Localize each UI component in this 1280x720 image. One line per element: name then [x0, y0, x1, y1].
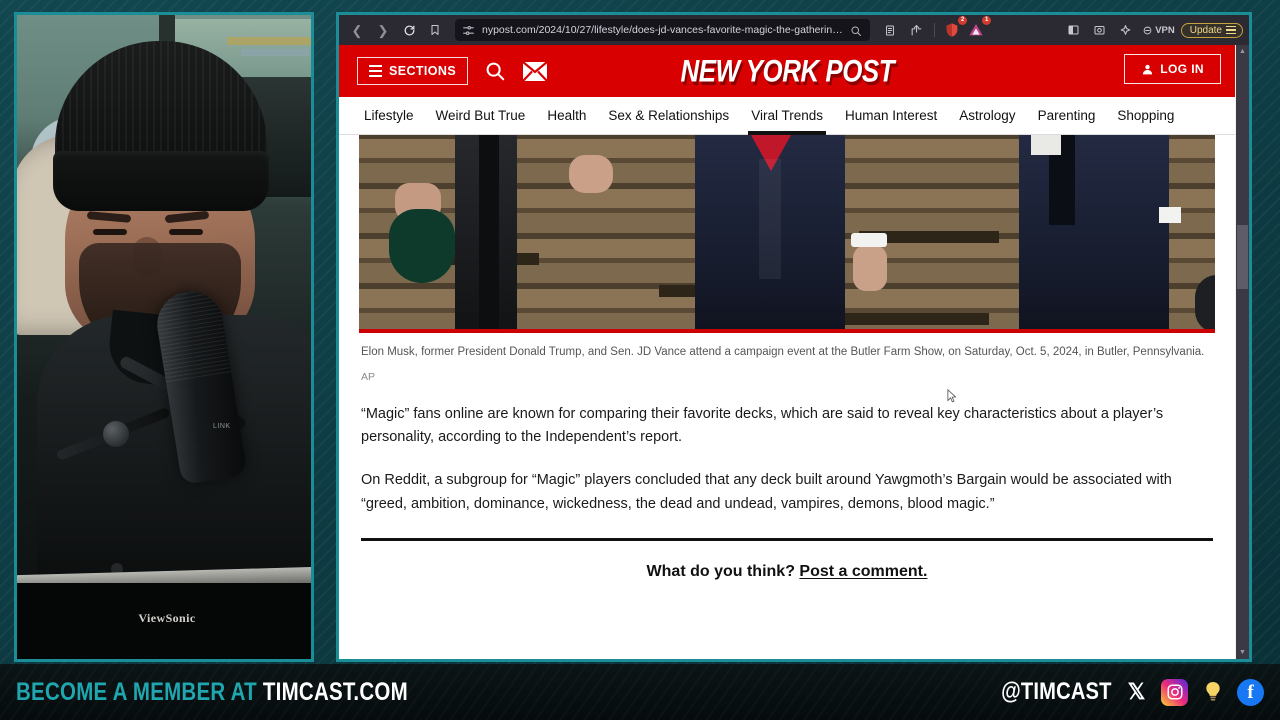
membership-banner: BECOME A MEMBER AT TIMCAST.COM @TIMCAST …: [0, 664, 1280, 720]
comment-prompt-text: What do you think?: [646, 563, 795, 581]
hero-red-rule: [359, 329, 1215, 333]
browser-window: ❮ ❯ nypost.com/2024/10/27/lifestyle/does…: [336, 12, 1252, 662]
hero-shirt-cuff-right: [1159, 207, 1181, 223]
screenshot-icon[interactable]: [1087, 19, 1111, 41]
browser-viewport: SECTIONS NEW YORK POST LOG IN Lifestyle …: [339, 45, 1249, 659]
hero-shirt-cuff-center: [851, 233, 887, 247]
forward-icon[interactable]: ❯: [371, 19, 395, 41]
mic-adjust-knob: [103, 421, 129, 447]
window-scrollbar-thumb[interactable]: [1237, 225, 1248, 289]
reader-view-icon[interactable]: [878, 19, 902, 41]
minds-icon[interactable]: [1199, 679, 1226, 706]
browser-toolbar: ❮ ❯ nypost.com/2024/10/27/lifestyle/does…: [339, 15, 1249, 45]
article-paragraph-1: “Magic” fans online are known for compar…: [361, 405, 1164, 445]
sidebar-icon[interactable]: [1061, 19, 1085, 41]
webcam-video: LINK ViewSonic: [17, 15, 311, 659]
background-shelf: [227, 37, 311, 45]
site-header: SECTIONS NEW YORK POST LOG IN: [339, 45, 1235, 97]
nav-item-astrology[interactable]: Astrology: [948, 97, 1026, 135]
hamburger-icon: [369, 64, 382, 78]
monitor-brand-label: ViewSonic: [138, 611, 196, 625]
nav-item-sex-relationships[interactable]: Sex & Relationships: [597, 97, 740, 135]
social-handle: @TIMCAST: [1001, 678, 1112, 705]
hero-shirt-right: [1031, 135, 1061, 155]
sections-label: SECTIONS: [389, 64, 457, 78]
nav-item-human-interest[interactable]: Human Interest: [834, 97, 948, 135]
site-permissions-icon[interactable]: [462, 24, 475, 37]
newsletter-icon[interactable]: [522, 60, 548, 82]
scroll-down-arrow[interactable]: ▼: [1236, 646, 1249, 659]
facebook-icon[interactable]: f: [1237, 678, 1264, 706]
address-bar[interactable]: nypost.com/2024/10/27/lifestyle/does-jd-…: [455, 19, 871, 41]
scroll-up-arrow[interactable]: ▲: [1236, 45, 1249, 58]
membership-cta-prefix: BECOME A MEMBER AT: [16, 677, 257, 706]
image-credit: AP: [361, 370, 376, 383]
section-divider: [361, 538, 1213, 542]
membership-cta: BECOME A MEMBER AT TIMCAST.COM: [16, 678, 408, 707]
stream-stage: LINK ViewSonic ❮ ❯ nypost.com/2024/10/27…: [0, 0, 1280, 720]
social-links: @TIMCAST 𝕏 f: [980, 678, 1264, 706]
site-logo-text: NEW YORK POST: [680, 52, 894, 89]
extension-icon[interactable]: 1: [965, 16, 992, 41]
login-button[interactable]: LOG IN: [1124, 54, 1221, 84]
site-nav: Lifestyle Weird But True Health Sex & Re…: [339, 97, 1235, 135]
mic-brand-label: LINK: [213, 423, 231, 430]
hero-figure-left-leg-gap: [479, 135, 499, 333]
post-comment-link[interactable]: Post a comment.: [799, 563, 927, 580]
hero-shirt-placket: [759, 159, 781, 279]
zoom-icon[interactable]: [850, 24, 863, 37]
sparkle-icon[interactable]: [1113, 19, 1137, 41]
toolbar-divider: [934, 23, 936, 37]
web-page: SECTIONS NEW YORK POST LOG IN Lifestyle …: [339, 45, 1235, 659]
hero-green-cap: [389, 209, 455, 283]
hero-figure-right: [1019, 135, 1169, 333]
tracking-protection-icon[interactable]: 2: [941, 16, 968, 41]
mouse-cursor: [947, 389, 957, 403]
host-eye-left: [93, 229, 127, 235]
nav-item-viral-trends[interactable]: Viral Trends: [740, 97, 834, 135]
share-icon[interactable]: [904, 19, 928, 41]
update-button[interactable]: Update: [1180, 22, 1243, 38]
membership-cta-brand: TIMCAST.COM: [262, 677, 408, 706]
site-logo: NEW YORK POST: [339, 45, 1235, 97]
hero-hand-gesture: [569, 155, 613, 193]
vpn-label: VPN: [1155, 24, 1175, 36]
hero-hand-center: [853, 245, 887, 291]
nav-item-health[interactable]: Health: [536, 97, 597, 135]
login-label: LOG IN: [1160, 62, 1204, 76]
image-caption: Elon Musk, former President Donald Trump…: [361, 346, 1205, 358]
host-eye-right: [169, 229, 203, 235]
window-scrollbar-track[interactable]: ▲ ▼: [1236, 45, 1249, 659]
beanie-cuff: [53, 151, 269, 211]
sections-button[interactable]: SECTIONS: [357, 57, 469, 85]
article-body: Elon Musk, former President Donald Trump…: [339, 135, 1235, 582]
url-text: nypost.com/2024/10/27/lifestyle/does-jd-…: [482, 24, 843, 36]
nav-item-parenting[interactable]: Parenting: [1027, 97, 1107, 135]
background-shelf-secondary: [241, 49, 309, 56]
bookmark-icon[interactable]: [423, 19, 447, 41]
comment-prompt: What do you think? Post a comment.: [339, 563, 1235, 581]
article-hero-image: [359, 135, 1215, 333]
nav-item-shopping[interactable]: Shopping: [1106, 97, 1185, 135]
article-paragraph-2: On Reddit, a subgroup for “Magic” player…: [361, 472, 1172, 512]
pallet-gap: [829, 313, 989, 325]
nav-item-lifestyle[interactable]: Lifestyle: [353, 97, 425, 135]
x-icon[interactable]: 𝕏: [1123, 679, 1150, 706]
extension-badge: 1: [982, 16, 992, 25]
reload-icon[interactable]: [397, 19, 421, 41]
app-menu-icon[interactable]: [1226, 25, 1236, 35]
search-icon[interactable]: [484, 60, 506, 82]
webcam-panel: LINK ViewSonic: [14, 12, 314, 662]
nav-item-weird-but-true[interactable]: Weird But True: [425, 97, 537, 135]
user-icon: [1143, 64, 1153, 74]
update-label: Update: [1189, 24, 1222, 36]
instagram-icon[interactable]: [1161, 678, 1188, 706]
back-icon[interactable]: ❮: [345, 19, 369, 41]
vpn-button[interactable]: VPN: [1139, 25, 1179, 36]
